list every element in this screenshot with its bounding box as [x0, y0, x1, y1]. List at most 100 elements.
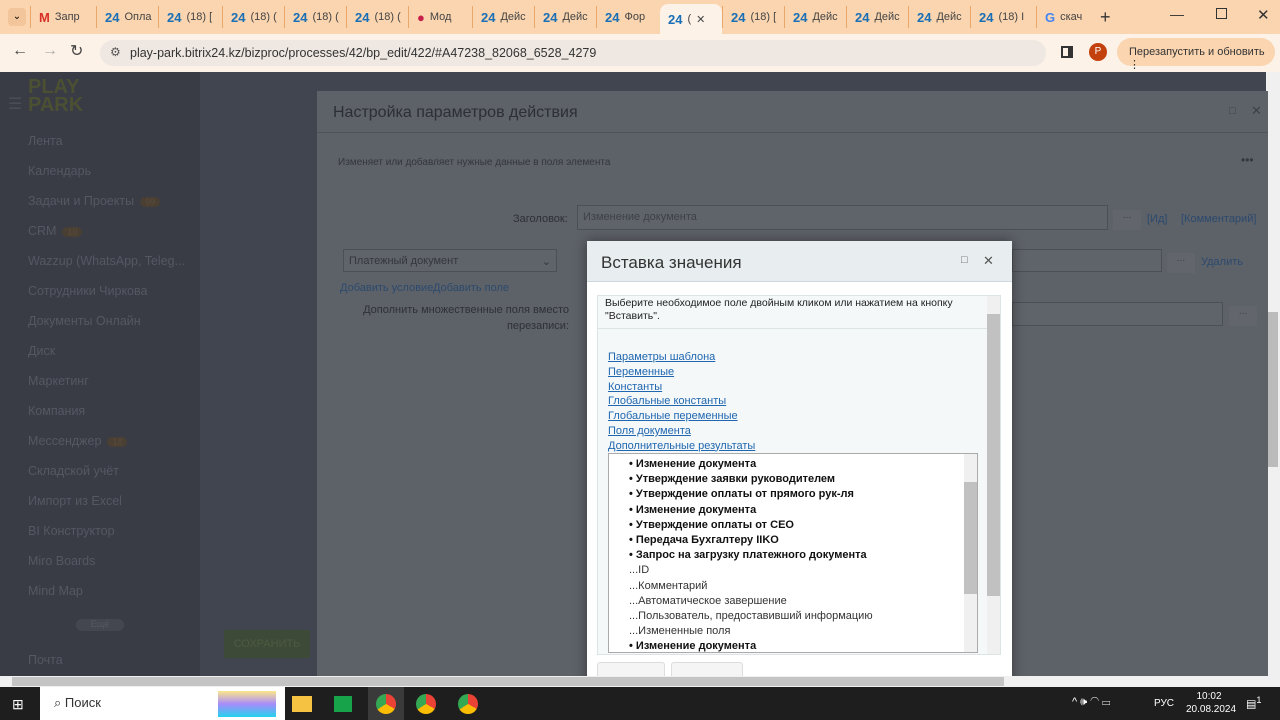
menu-icon[interactable]: ☰ — [8, 94, 22, 114]
browser-tab[interactable]: Gскач — [1036, 6, 1096, 28]
back-icon[interactable]: ← — [12, 42, 28, 60]
sidebar-item[interactable]: Задачи и Проекты 99 — [28, 194, 161, 208]
field-group-link[interactable]: Поля документа — [608, 425, 691, 437]
page-scrollbar[interactable] — [1266, 72, 1280, 676]
file-explorer-icon[interactable] — [292, 696, 312, 712]
field-list-item[interactable]: • Утверждение оплаты от прямого рук-ля — [629, 488, 854, 500]
panel-scrollbar[interactable] — [987, 296, 1000, 654]
browser-tab[interactable]: 24 (18) ( — [222, 6, 282, 28]
field-value-input[interactable] — [1012, 249, 1162, 272]
field-group-link[interactable]: Параметры шаблона — [608, 351, 715, 363]
sidebar-item[interactable]: Сотрудники Чиркова — [28, 284, 147, 298]
field-select[interactable]: Платежный документ ⌄ — [343, 249, 557, 272]
sidebar-item[interactable]: Лента — [28, 134, 63, 148]
field-list-item[interactable]: ...Пользователь, предоставивший информац… — [629, 610, 873, 622]
browser-tab[interactable]: 24 Дейс — [784, 6, 844, 28]
side-panel-icon[interactable] — [1061, 46, 1073, 58]
field-group-link[interactable]: Глобальные константы — [608, 395, 726, 407]
clock[interactable]: 10:02 20.08.2024 — [1186, 690, 1236, 716]
close-tab-icon[interactable]: ✕ — [696, 13, 705, 26]
add-condition-link[interactable]: Добавить условие — [340, 282, 433, 294]
site-info-icon[interactable]: ⚙ — [110, 45, 121, 59]
add-field-link[interactable]: Добавить поле — [433, 282, 509, 294]
sidebar-item[interactable]: Календарь — [28, 164, 91, 178]
sidebar-item[interactable]: Wazzup (WhatsApp, Teleg... — [28, 254, 185, 268]
sidebar-item-mail[interactable]: Почта — [28, 653, 63, 667]
close-icon[interactable]: ✕ — [983, 253, 994, 269]
field-list-item[interactable]: • Изменение документа — [629, 458, 756, 470]
browser-tab[interactable]: 24 (✕ — [660, 4, 722, 34]
delete-link[interactable]: Удалить — [1201, 256, 1243, 268]
field-list-item[interactable]: • Изменение документа — [629, 504, 756, 516]
chrome-v-icon[interactable] — [450, 687, 486, 720]
sidebar-item[interactable]: Мессенджер 18 — [28, 434, 128, 448]
id-link[interactable]: [Ид] — [1147, 213, 1167, 225]
expand-icon[interactable]: □ — [1229, 105, 1236, 117]
title-input[interactable]: Изменение документа — [577, 205, 1108, 230]
close-icon[interactable]: ✕ — [1251, 103, 1262, 119]
browser-tab[interactable]: 24 (18) ( — [346, 6, 406, 28]
language-indicator[interactable]: РУС — [1154, 698, 1174, 709]
new-tab-button[interactable]: + — [1100, 7, 1111, 28]
reload-icon[interactable]: ↻ — [70, 41, 83, 61]
sidebar-item[interactable]: Импорт из Excel — [28, 494, 122, 508]
field-list-item[interactable]: ...Комментарий — [629, 580, 707, 592]
field-list[interactable]: • Изменение документа • Утверждение заявк… — [608, 453, 978, 653]
sidebar-item[interactable]: Складской учёт — [28, 464, 119, 478]
field-list-item[interactable]: ...ID — [629, 564, 649, 576]
more-icon[interactable]: ••• — [1241, 153, 1254, 167]
field-dots-button[interactable]: ... — [1167, 253, 1195, 273]
sidebar-item[interactable]: Mind Map — [28, 584, 83, 598]
field-group-link[interactable]: Дополнительные результаты — [608, 440, 755, 452]
notification-icon[interactable]: ▤1 — [1246, 695, 1262, 711]
browser-tab[interactable]: 24 (18) [ — [158, 6, 218, 28]
field-list-item[interactable]: • Запрос на загрузку платежного документ… — [629, 549, 867, 561]
browser-tab[interactable]: 24 (18) I — [970, 6, 1030, 28]
chrome-p-icon[interactable] — [368, 687, 404, 720]
sidebar-item[interactable]: Документы Онлайн — [28, 314, 141, 328]
more-button[interactable]: Ещё — [76, 619, 124, 631]
browser-tab[interactable]: 24 Опла — [96, 6, 156, 28]
field-list-item[interactable]: • Изменение документа — [629, 640, 756, 652]
minimize-button[interactable]: — — [1170, 6, 1184, 22]
address-bar[interactable]: ⚙ play-park.bitrix24.kz/bizproc/processe… — [100, 40, 1046, 66]
browser-tab[interactable]: 24 Фор — [596, 6, 656, 28]
close-window-button[interactable]: ✕ — [1257, 6, 1270, 24]
browser-tab[interactable]: ● Мод — [408, 6, 468, 28]
list-scrollbar[interactable] — [964, 454, 977, 652]
sidebar-item[interactable]: CRM 10 — [28, 224, 83, 238]
save-button[interactable]: СОХРАНИТЬ — [224, 630, 310, 658]
tab-search-button[interactable]: ⌄ — [8, 8, 26, 26]
field-list-item[interactable]: • Утверждение заявки руководителем — [629, 473, 835, 485]
tray-icons[interactable]: ^ 🕪 ◠ ▭ — [1072, 696, 1110, 709]
chrome-h-icon[interactable] — [408, 687, 444, 720]
field-list-item[interactable]: • Утверждение оплаты от CEO — [629, 519, 794, 531]
sidebar-item[interactable]: Компания — [28, 404, 85, 418]
multi-input[interactable] — [1012, 302, 1223, 326]
comment-link[interactable]: [Комментарий] — [1181, 213, 1256, 225]
forward-icon[interactable]: → — [42, 42, 58, 60]
sidebar-item[interactable]: Диск — [28, 344, 55, 358]
browser-tab[interactable]: M Запр — [30, 6, 90, 28]
windows-start-icon[interactable]: ⊞ — [12, 696, 24, 713]
profile-avatar[interactable]: P — [1089, 43, 1107, 61]
sidebar-item[interactable]: BI Конструктор — [28, 524, 115, 538]
expand-icon[interactable]: □ — [961, 254, 968, 266]
browser-tab[interactable]: 24 Дейс — [534, 6, 594, 28]
browser-tab[interactable]: 24 (18) ( — [284, 6, 344, 28]
browser-tab[interactable]: 24 Дейс — [472, 6, 532, 28]
maximize-button[interactable] — [1216, 8, 1227, 19]
field-list-item[interactable]: ...Автоматическое завершение — [629, 595, 787, 607]
field-list-item[interactable]: ...Измененные поля — [629, 625, 730, 637]
horizontal-scrollbar[interactable] — [0, 676, 1280, 687]
title-dots-button[interactable]: ... — [1113, 210, 1141, 230]
browser-tab[interactable]: 24 Дейс — [846, 6, 906, 28]
field-list-item[interactable]: • Передача Бухгалтеру IIKO — [629, 534, 779, 546]
meet-icon[interactable] — [334, 696, 352, 712]
field-group-link[interactable]: Константы — [608, 381, 662, 393]
field-group-link[interactable]: Глобальные переменные — [608, 410, 738, 422]
field-group-link[interactable]: Переменные — [608, 366, 674, 378]
browser-tab[interactable]: 24 (18) [ — [722, 6, 782, 28]
restart-update-button[interactable]: Перезапустить и обновить ⋮ — [1117, 38, 1275, 71]
browser-tab[interactable]: 24 Дейс — [908, 6, 968, 28]
